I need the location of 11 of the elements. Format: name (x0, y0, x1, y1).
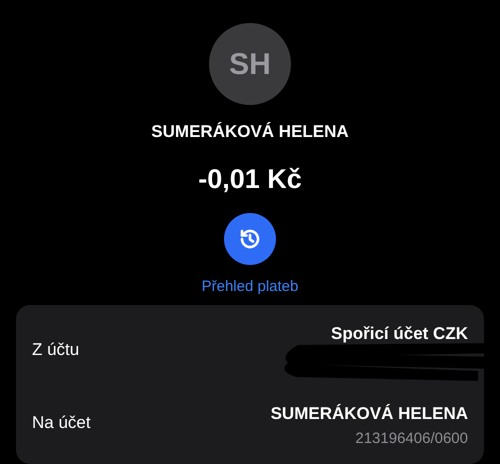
payment-history-link[interactable]: Přehled plateb (202, 277, 298, 297)
detail-value: SUMERÁKOVÁ HELENA (270, 403, 468, 426)
detail-label: Z účtu (32, 339, 80, 361)
amount: -0,01 Kč (198, 163, 302, 195)
detail-label: Na účet (32, 412, 91, 434)
account-number: 213196406/0600 (355, 429, 468, 450)
history-button[interactable] (224, 213, 276, 265)
payee-name: SUMERÁKOVÁ HELENA (151, 121, 349, 143)
avatar: SH (209, 23, 291, 105)
detail-value: Spořicí účet CZK (331, 323, 468, 345)
history-icon (238, 227, 262, 251)
